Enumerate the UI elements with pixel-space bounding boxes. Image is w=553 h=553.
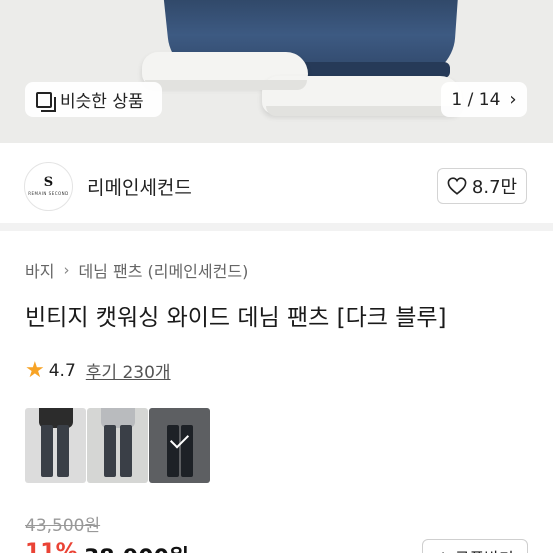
thumbnail-leg: [57, 425, 69, 477]
sale-price: 38,900원: [84, 540, 189, 553]
rating-row: ★ 4.7 후기 230개: [25, 358, 171, 383]
breadcrumb-category[interactable]: 바지: [25, 258, 54, 282]
breadcrumb: 바지 › 데님 팬츠 (리메인세컨드): [25, 258, 248, 282]
option-thumbnail[interactable]: [25, 408, 86, 483]
reviews-link[interactable]: 후기 230개: [86, 358, 171, 383]
option-thumbnail-selected[interactable]: [149, 408, 210, 483]
thumbnail-leg: [120, 425, 132, 477]
similar-products-button[interactable]: 비슷한 상품: [25, 82, 162, 117]
rating-score: 4.7: [48, 360, 76, 381]
breadcrumb-subcategory[interactable]: 데님 팬츠 (리메인세컨드): [78, 258, 248, 282]
product-title: 빈티지 캣워싱 와이드 데님 팬츠 [다크 블루]: [25, 305, 447, 331]
left-sole: [145, 80, 307, 90]
product-image[interactable]: 비슷한 상품 1 / 14 ›: [0, 0, 553, 143]
original-price: 43,500원: [25, 516, 101, 536]
store-logo-text: REMAIN SECOND: [28, 191, 69, 196]
store-logo-mark: S: [43, 175, 54, 190]
thumbnail-leg: [104, 425, 116, 477]
like-button[interactable]: 8.7만: [437, 168, 527, 204]
copy-icon: [36, 91, 56, 112]
store-name[interactable]: 리메인세컨드: [87, 173, 192, 200]
store-logo[interactable]: S REMAIN SECOND: [24, 162, 73, 211]
similar-products-label: 비슷한 상품: [60, 92, 144, 112]
star-icon: ★: [25, 358, 45, 383]
heart-icon: [447, 177, 467, 195]
right-sole: [266, 106, 460, 116]
thumbnail-leg: [41, 425, 53, 477]
option-thumbnails: [25, 408, 211, 483]
image-counter-button[interactable]: 1 / 14 ›: [441, 82, 527, 117]
coupon-button[interactable]: ↓ 쿠폰받기: [422, 539, 528, 553]
chevron-right-icon: ›: [509, 89, 517, 110]
store-row: S REMAIN SECOND 리메인세컨드 8.7만: [0, 143, 553, 231]
like-count: 8.7만: [471, 177, 518, 198]
image-counter: 1 / 14: [451, 89, 501, 110]
option-thumbnail[interactable]: [87, 408, 148, 483]
discount-rate: 11%: [25, 540, 78, 553]
chevron-right-icon: ›: [63, 261, 70, 279]
